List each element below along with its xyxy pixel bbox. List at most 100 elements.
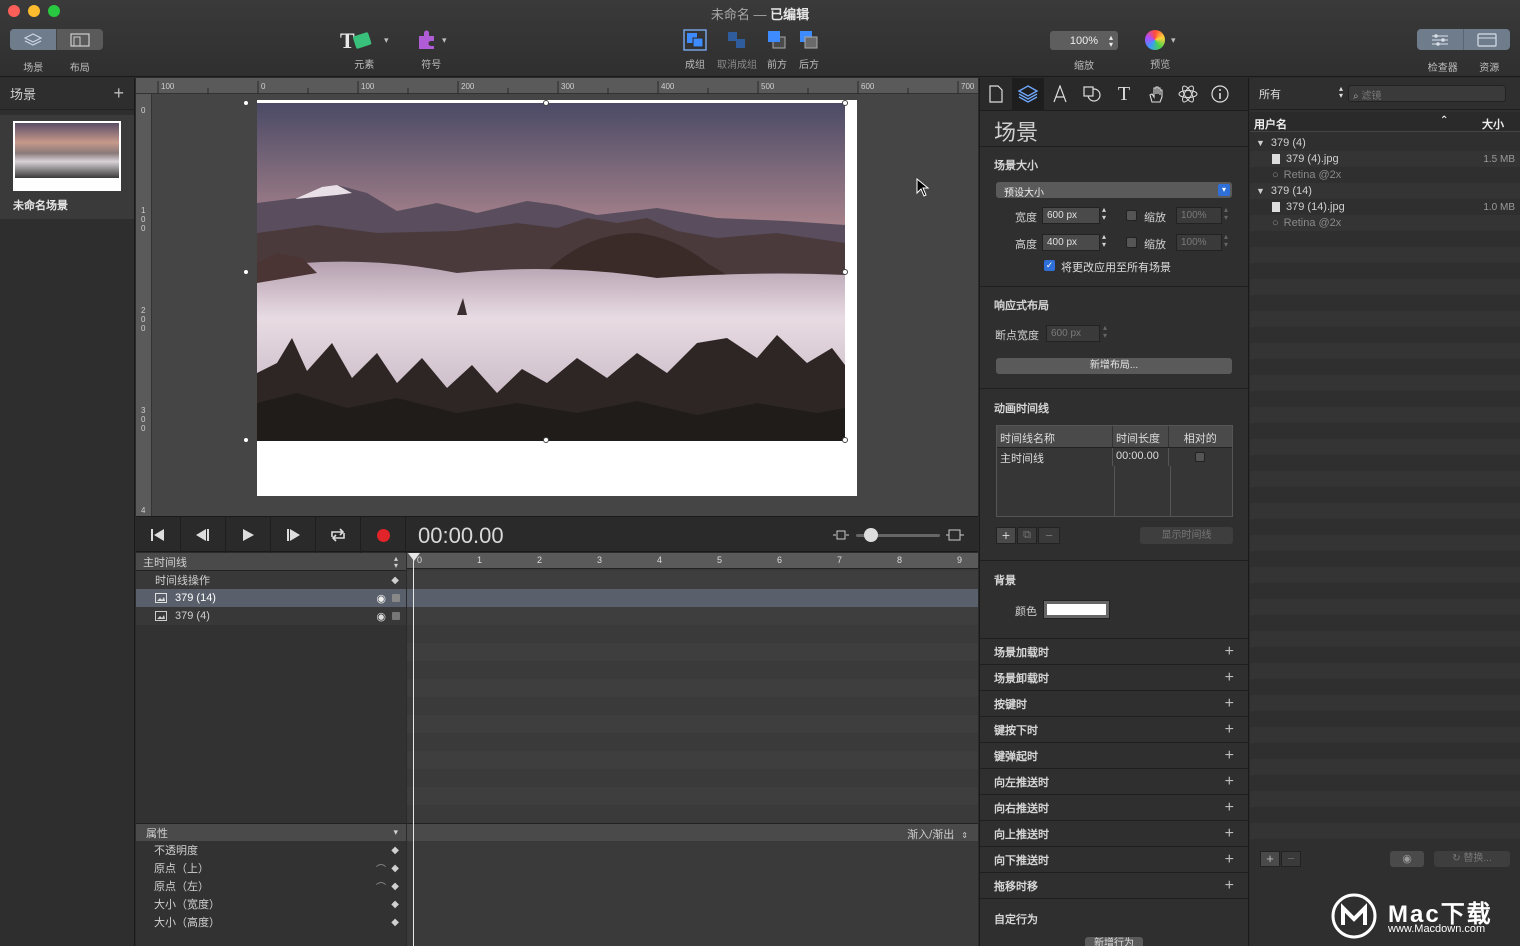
track-row[interactable] (407, 571, 978, 589)
tab-scene[interactable] (1012, 78, 1044, 111)
event-row[interactable]: 向上推送时 + (980, 821, 1248, 847)
resource-file[interactable]: 379 (14).jpg 1.0 MB (1250, 199, 1520, 215)
col-name-header[interactable]: 用户名 (1254, 116, 1287, 132)
add-scene-button[interactable]: + (113, 83, 124, 104)
resource-group[interactable]: ▼ 379 (14) (1250, 183, 1520, 199)
scene-view-button[interactable] (10, 29, 56, 50)
visibility-eye-icon[interactable]: ◉ (376, 610, 386, 623)
add-action-icon[interactable]: + (1225, 773, 1234, 791)
event-row[interactable]: 向右推送时 + (980, 795, 1248, 821)
timeline-ruler[interactable]: 0 1 2 3 4 5 6 7 8 9 (407, 553, 978, 569)
timeline-selector[interactable]: 主时间线 ▴ ▾ (136, 553, 406, 571)
stepper-icon[interactable]: ▴ ▾ (1102, 206, 1106, 222)
bring-front-button[interactable]: 前方 (765, 28, 789, 71)
property-row[interactable]: 大小（宽度） ◆ (136, 895, 406, 913)
stepper-icon[interactable]: ▴ ▾ (1224, 233, 1228, 249)
add-action-icon[interactable]: + (1225, 799, 1234, 817)
resize-handle[interactable] (243, 437, 249, 443)
step-forward-button[interactable] (271, 517, 316, 553)
add-action-icon[interactable]: + (1225, 643, 1234, 661)
event-row[interactable]: 按键时 + (980, 691, 1248, 717)
tab-physics[interactable] (1172, 78, 1204, 111)
background-color-well[interactable] (1043, 600, 1110, 619)
add-action-icon[interactable]: + (1225, 695, 1234, 713)
step-back-button[interactable] (181, 517, 226, 553)
resize-handle[interactable] (842, 100, 848, 106)
easing-selector[interactable]: 渐入/渐出 (907, 829, 954, 841)
resize-handle[interactable] (842, 269, 848, 275)
resource-retina[interactable]: ○ Retina @2x (1250, 215, 1520, 231)
keyframe-icon[interactable]: ◆ (391, 575, 399, 586)
resource-type-select[interactable]: 所有 ▴ ▾ (1259, 85, 1343, 102)
event-row[interactable]: 向下推送时 + (980, 847, 1248, 873)
easing-header[interactable]: 渐入/渐出 ⇕ (407, 823, 978, 841)
playhead[interactable] (413, 553, 414, 946)
layout-view-button[interactable] (56, 29, 103, 50)
keyframe-icon[interactable]: ◆ (391, 917, 399, 928)
event-row[interactable]: 拖移时移 + (980, 873, 1248, 899)
symbols-button[interactable]: ▾ 符号 (416, 28, 447, 71)
scale-height-field[interactable]: 100% (1176, 234, 1222, 251)
keyframe-icon[interactable]: ◆ (391, 899, 399, 910)
height-field[interactable]: 400 px (1042, 234, 1100, 251)
add-action-icon[interactable]: + (1225, 877, 1234, 895)
ungroup-button[interactable]: 取消成组 (717, 28, 757, 71)
add-action-icon[interactable]: + (1225, 851, 1234, 869)
scale-width-field[interactable]: 100% (1176, 207, 1222, 224)
layer-row-379-14[interactable]: 379 (14) ◉ (136, 589, 406, 607)
canvas-area[interactable]: 100 0 100 200 300 400 500 600 700 0 100 … (136, 78, 978, 516)
track-row[interactable] (407, 607, 978, 625)
property-row[interactable]: 大小（高度） ◆ (136, 913, 406, 931)
send-back-button[interactable]: 后方 (797, 28, 821, 71)
resource-retina[interactable]: ○ Retina @2x (1250, 167, 1520, 183)
event-row[interactable]: 向左推送时 + (980, 769, 1248, 795)
table-row[interactable]: 主时间线 00:00.00 (997, 448, 1232, 466)
properties-header[interactable]: 属性 ▾ (136, 823, 406, 841)
tab-info[interactable] (1204, 78, 1236, 111)
zoom-control[interactable]: 100% ▴ ▾ 缩放 (1050, 31, 1118, 72)
stepper-icon[interactable]: ▴ ▾ (1103, 324, 1107, 340)
elements-button[interactable]: T ▾ 元素 (340, 28, 389, 71)
relative-checkbox[interactable] (1195, 452, 1206, 462)
record-button[interactable] (361, 517, 406, 553)
new-behavior-button[interactable]: 新增行为 (1085, 937, 1143, 946)
visibility-eye-icon[interactable]: ◉ (376, 592, 386, 605)
col-size-header[interactable]: 大小 (1482, 116, 1504, 132)
stepper-icon[interactable]: ▴ ▾ (1102, 233, 1106, 249)
add-action-icon[interactable]: + (1225, 747, 1234, 765)
event-row[interactable]: 键弹起时 + (980, 743, 1248, 769)
col-relative-header[interactable]: 相对的 (1169, 426, 1232, 447)
tab-typography[interactable]: T (1108, 78, 1140, 111)
tab-metrics[interactable] (1044, 78, 1076, 111)
image-element-379-14[interactable] (257, 103, 845, 441)
disclosure-triangle-icon[interactable]: ▼ (1256, 186, 1265, 196)
scale-width-checkbox[interactable] (1126, 210, 1137, 221)
col-name-header[interactable]: 时间线名称 (997, 426, 1113, 447)
breakpoint-field[interactable]: 600 px (1046, 325, 1100, 342)
add-action-icon[interactable]: + (1225, 669, 1234, 687)
add-action-icon[interactable]: + (1225, 825, 1234, 843)
keyframe-icon[interactable]: ◆ (391, 881, 399, 892)
event-row[interactable]: 场景加载时 + (980, 639, 1248, 665)
play-button[interactable] (226, 517, 271, 553)
resize-handle[interactable] (243, 100, 249, 106)
preset-size-select[interactable]: 预设大小 ▾ (996, 182, 1232, 199)
preview-resource-button[interactable]: ◉ (1390, 851, 1424, 867)
go-to-start-button[interactable] (136, 517, 181, 553)
show-timeline-button[interactable]: 显示时间线 (1140, 527, 1233, 544)
scale-height-checkbox[interactable] (1126, 237, 1137, 248)
resize-handle[interactable] (543, 437, 549, 443)
add-resource-button[interactable]: + (1260, 851, 1280, 867)
scene-item[interactable]: 未命名场景 (0, 115, 134, 219)
property-row[interactable]: 原点（左） ⌒ ◆ (136, 877, 406, 895)
tab-document[interactable] (980, 78, 1012, 111)
resource-file[interactable]: 379 (4).jpg 1.5 MB (1250, 151, 1520, 167)
track-row[interactable] (407, 589, 978, 607)
resize-handle[interactable] (543, 100, 549, 106)
inspector-toggle-button[interactable] (1417, 29, 1463, 50)
keyframe-icon[interactable]: ◆ (391, 845, 399, 856)
playhead-handle[interactable] (408, 553, 420, 561)
keyframe-icon[interactable]: ◆ (391, 863, 399, 874)
event-row[interactable]: 键按下时 + (980, 717, 1248, 743)
apply-all-checkbox[interactable]: ✓ (1044, 260, 1055, 271)
